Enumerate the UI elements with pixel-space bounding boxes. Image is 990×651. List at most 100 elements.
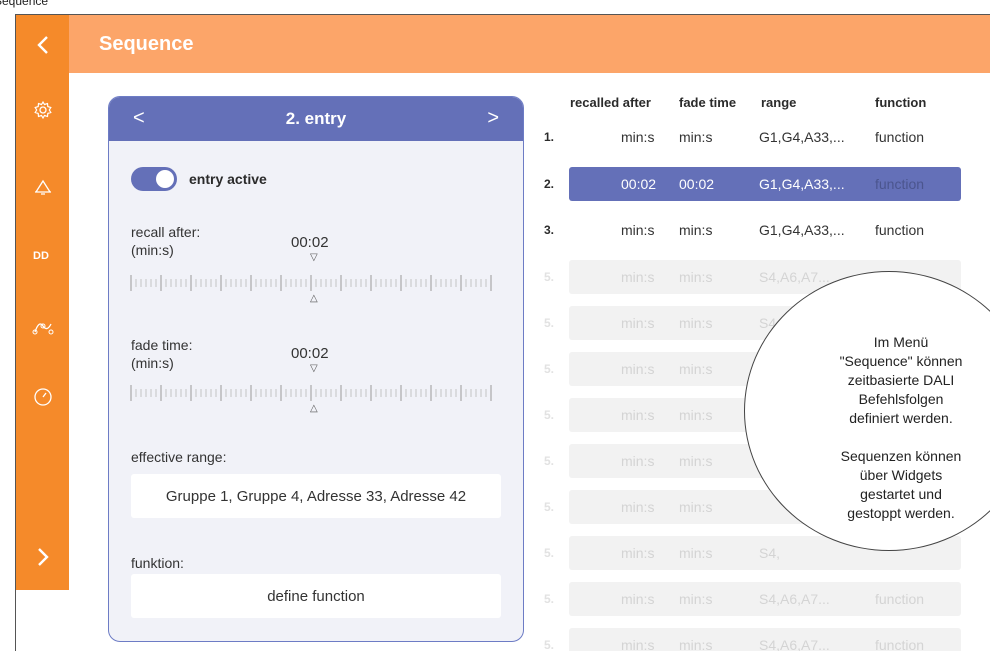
sidebar-item-timer[interactable] (16, 377, 69, 417)
fade-time-unit: (min:s) (131, 355, 174, 371)
cell-recalled: min:s (621, 591, 655, 607)
top-caption: Sequence (0, 0, 990, 14)
bubble-line: Im Menü (873, 334, 929, 350)
row-number: 5. (544, 638, 555, 651)
cell-recalled: min:s (621, 269, 655, 285)
row-number: 5. (544, 316, 555, 330)
cell-fade: min:s (679, 222, 713, 238)
bubble-line: über Widgets (859, 467, 943, 483)
cell-recalled: min:s (621, 129, 655, 145)
row-number: 5. (544, 500, 555, 514)
fade-time-label: fade time: (131, 337, 193, 353)
cell-function: function (875, 222, 925, 238)
fade-time-value: 00:02 (291, 345, 329, 362)
sequence-path-icon (32, 323, 53, 335)
row-number: 5. (544, 454, 555, 468)
sidebar-item-dd[interactable]: DD (16, 235, 69, 275)
header-bar: Sequence (69, 15, 990, 73)
clock-icon (33, 388, 52, 406)
effective-range-label: effective range: (131, 449, 227, 465)
cell-recalled: 00:02 (621, 176, 657, 192)
bubble-line: Befehlsfolgen (858, 391, 944, 407)
cell-recalled: min:s (621, 315, 655, 331)
recall-after-ruler[interactable] (129, 275, 499, 291)
col-header-recalled: recalled after (570, 95, 651, 110)
cell-recalled: min:s (621, 499, 655, 515)
cell-fade: min:s (679, 269, 713, 285)
row-number: 5. (544, 408, 555, 422)
forward-button[interactable] (16, 537, 69, 577)
cell-range: S4, (759, 545, 781, 561)
cell-fade: min:s (679, 129, 713, 145)
cell-recalled: min:s (621, 222, 655, 238)
back-icon (36, 36, 48, 54)
cell-function: function (875, 591, 925, 607)
app-window: DD Sequence < 2. entry > entry active re… (15, 14, 990, 651)
cell-range: S4,A6,A7... (759, 637, 830, 651)
col-header-function: function (875, 95, 927, 110)
effective-range-field[interactable]: Gruppe 1, Gruppe 4, Adresse 33, Adresse … (131, 474, 501, 518)
recall-after-label: recall after: (131, 224, 201, 240)
bubble-line: zeitbasierte DALI (847, 372, 955, 388)
cell-fade: min:s (679, 407, 713, 423)
cell-fade: min:s (679, 591, 713, 607)
entry-active-label: entry active (189, 171, 267, 187)
bell-icon (34, 179, 51, 195)
fade-top-marker: ▽ (310, 363, 318, 374)
table-row[interactable]: min:s min:s S4,A6,A7... function (569, 628, 961, 651)
recall-bottom-marker: △ (310, 293, 318, 304)
cell-fade: min:s (679, 545, 713, 561)
table-row[interactable]: 00:02 00:02 G1,G4,A33,... function (569, 167, 961, 201)
recall-after-unit: (min:s) (131, 242, 174, 258)
row-number: 3. (544, 223, 555, 237)
bubble-line: gestartet und (860, 486, 942, 502)
recall-top-marker: ▽ (310, 252, 318, 263)
cell-range: G1,G4,A33,... (759, 222, 845, 238)
cell-fade: min:s (679, 637, 713, 651)
next-entry-button[interactable]: > (487, 107, 499, 130)
row-number: 5. (544, 592, 555, 606)
row-number: 5. (544, 362, 555, 376)
function-label: funktion: (131, 555, 184, 571)
gear-icon (33, 100, 52, 120)
forward-icon (37, 548, 49, 566)
row-number: 2. (544, 177, 555, 191)
sidebar-item-settings[interactable] (16, 90, 69, 130)
bubble-line: Sequenzen können (840, 448, 962, 464)
bubble-line: gestoppt werden. (847, 505, 955, 521)
table-row[interactable]: min:s min:s G1,G4,A33,... function (569, 120, 961, 154)
recall-after-value: 00:02 (291, 234, 329, 251)
row-number: 5. (544, 546, 555, 560)
fade-time-ruler[interactable] (129, 385, 499, 401)
bubble-line (806, 428, 990, 447)
cell-range: G1,G4,A33,... (759, 129, 845, 145)
cell-function: function (875, 129, 925, 145)
col-header-fade: fade time (679, 95, 737, 110)
cell-range: S4,A6,A7... (759, 269, 830, 285)
table-row[interactable]: min:s min:s S4,A6,A7... function (569, 582, 961, 616)
cell-fade: min:s (679, 361, 713, 377)
sidebar-item-sequence[interactable] (16, 307, 69, 347)
back-button[interactable] (16, 25, 69, 65)
toggle-knob (156, 170, 174, 188)
table-row[interactable]: min:s min:s G1,G4,A33,... function (569, 213, 961, 247)
cell-fade: min:s (679, 315, 713, 331)
cell-fade: min:s (679, 453, 713, 469)
bubble-line: definiert werden. (849, 410, 953, 426)
cell-function: function (875, 637, 925, 651)
fade-bottom-marker: △ (310, 403, 318, 414)
sidebar: DD (16, 15, 69, 590)
cell-recalled: min:s (621, 637, 655, 651)
sidebar-item-alarm[interactable] (16, 167, 69, 207)
cell-recalled: min:s (621, 545, 655, 561)
row-number: 5. (544, 270, 555, 284)
info-bubble-text: Im Menü "Sequence" können zeitbasierte DAL… (806, 333, 990, 523)
cell-recalled: min:s (621, 361, 655, 377)
entry-header: < 2. entry > (109, 97, 523, 141)
col-header-range: range (761, 95, 797, 110)
entry-panel: < 2. entry > entry active recall after: … (108, 96, 524, 642)
define-function-button[interactable]: define function (131, 574, 501, 618)
bubble-line: "Sequence" können (839, 353, 963, 369)
entry-active-toggle[interactable] (131, 167, 177, 191)
dd-icon: DD (33, 250, 49, 262)
